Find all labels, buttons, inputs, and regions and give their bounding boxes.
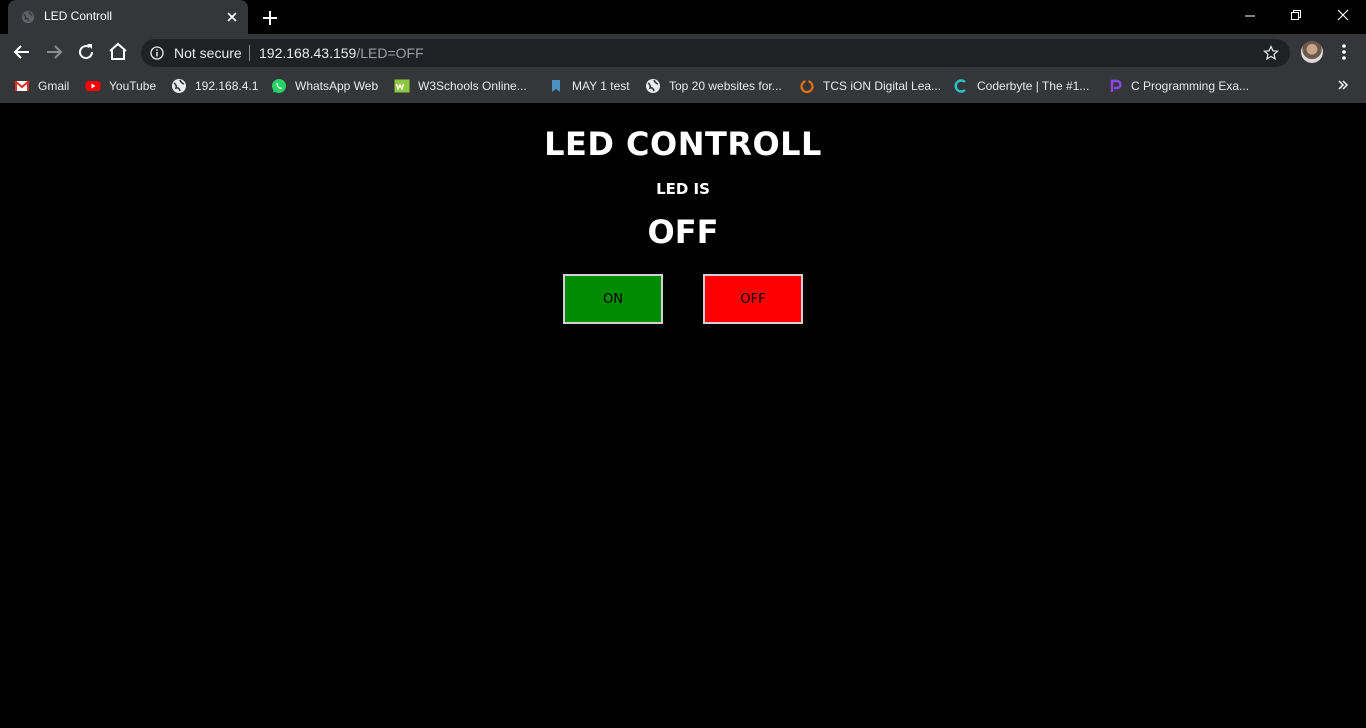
security-label[interactable]: Not secure — [174, 45, 242, 61]
page-content: LED CONTROLL LED IS OFF ON OFF — [0, 103, 1366, 728]
bookmark-whatsapp[interactable]: WhatsApp Web — [271, 76, 378, 96]
profile-avatar[interactable] — [1301, 41, 1323, 63]
close-tab-icon[interactable] — [224, 9, 240, 25]
bookmark-may-1-test[interactable]: MAY 1 test — [548, 76, 630, 96]
tab-strip: LED Controll — [0, 0, 1366, 34]
whatsapp-icon — [272, 79, 286, 93]
bookmark-label: MAY 1 test — [572, 79, 630, 93]
new-tab-icon[interactable] — [260, 8, 280, 28]
bookmark-label: TCS iON Digital Lea... — [823, 79, 942, 93]
url-host: 192.168.43.159 — [259, 45, 357, 61]
bookmark-label: 192.168.4.1 — [195, 79, 259, 93]
bookmark-top-20-websites[interactable]: Top 20 websites for... — [645, 76, 782, 96]
chevron-double-right-icon[interactable] — [1336, 78, 1350, 92]
bookmark-coderbyte[interactable]: Coderbyte | The #1... — [953, 76, 1089, 96]
globe-icon — [172, 79, 186, 93]
coderbyte-icon — [954, 79, 966, 93]
gmail-icon — [14, 80, 30, 91]
reload-icon[interactable] — [74, 40, 98, 64]
w3schools-icon — [394, 79, 410, 93]
programiz-icon — [1110, 79, 1122, 92]
bookmark-label: Gmail — [38, 79, 70, 93]
bookmark-w3schools[interactable]: W3Schools Online... — [394, 76, 527, 96]
bookmark-label: W3Schools Online... — [418, 79, 527, 93]
bookmarks-bar: Gmail YouTube 192.168.4.1 WhatsApp Web W… — [0, 70, 1366, 103]
minimize-icon — [1245, 15, 1255, 17]
tab-led-controll[interactable]: LED Controll — [8, 0, 248, 34]
bookmark-label: WhatsApp Web — [295, 79, 379, 93]
home-icon[interactable] — [106, 40, 130, 64]
url-text[interactable]: 192.168.43.159/LED=OFF — [259, 45, 424, 61]
back-arrow-icon[interactable] — [10, 40, 34, 64]
led-status-label: LED IS — [656, 180, 710, 198]
browser-toolbar: Not secure 192.168.43.159/LED=OFF — [0, 34, 1366, 70]
bookmark-192-168-4-1[interactable]: 192.168.4.1 — [171, 76, 258, 96]
bookmark-label: Top 20 websites for... — [669, 79, 782, 93]
globe-icon — [21, 10, 35, 24]
bookmark-icon — [552, 80, 560, 92]
url-path: /LED=OFF — [356, 45, 424, 61]
tcs-ion-icon — [800, 79, 814, 94]
led-state: OFF — [647, 213, 719, 251]
led-off-button[interactable]: OFF — [703, 274, 803, 324]
page-title: LED CONTROLL — [544, 125, 822, 163]
bookmark-label: Coderbyte | The #1... — [977, 79, 1090, 93]
forward-arrow-icon[interactable] — [42, 40, 66, 64]
restore-button[interactable] — [1273, 0, 1319, 30]
globe-icon — [646, 79, 660, 93]
bookmark-label: YouTube — [109, 79, 157, 93]
minimize-button[interactable] — [1227, 0, 1273, 30]
info-icon[interactable] — [150, 46, 164, 60]
kebab-menu-icon[interactable] — [1336, 42, 1352, 62]
close-icon — [1337, 9, 1349, 21]
omnibox-divider — [249, 45, 250, 61]
bookmark-tcs-ion[interactable]: TCS iON Digital Lea... — [799, 76, 941, 96]
led-on-button[interactable]: ON — [563, 274, 663, 324]
restore-icon — [1291, 10, 1301, 20]
bookmark-c-programming[interactable]: C Programming Exa... — [1107, 76, 1249, 96]
bookmark-gmail[interactable]: Gmail — [14, 76, 69, 96]
address-bar[interactable]: Not secure 192.168.43.159/LED=OFF — [141, 39, 1290, 67]
youtube-icon — [85, 81, 101, 91]
close-window-button[interactable] — [1320, 0, 1366, 30]
bookmark-label: C Programming Exa... — [1131, 79, 1250, 93]
bookmark-youtube[interactable]: YouTube — [85, 76, 156, 96]
bookmark-star-icon[interactable] — [1263, 45, 1279, 61]
tab-title: LED Controll — [44, 9, 113, 23]
